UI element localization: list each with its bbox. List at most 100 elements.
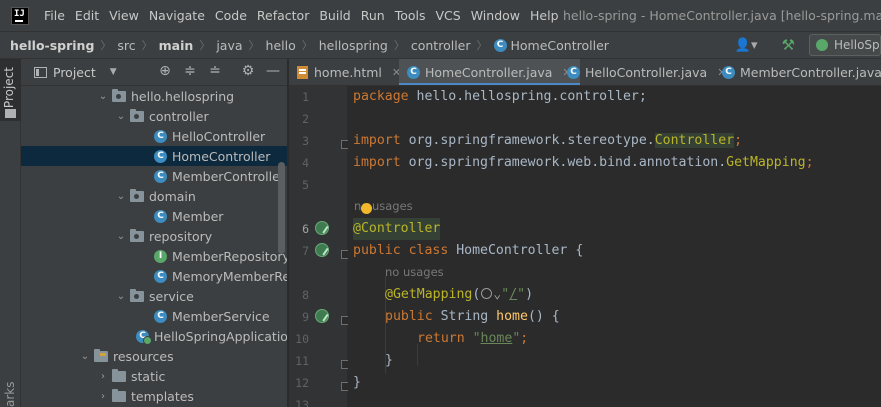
tree-item-service[interactable]: ⌄ service <box>21 286 287 306</box>
project-tool-tab[interactable]: Project <box>0 59 21 121</box>
spring-web-endpoint-icon[interactable] <box>315 309 329 323</box>
usages-hint[interactable]: no usages <box>385 265 444 279</box>
crumb-main[interactable]: main <box>159 38 194 53</box>
line-number: 5 <box>302 178 309 192</box>
code-line-1: package hello.hellospring.controller; <box>353 89 647 104</box>
menu-run[interactable]: Run <box>361 8 385 23</box>
tree-item-member[interactable]: C Member <box>21 206 287 226</box>
crumb-controller[interactable]: controller <box>411 38 471 53</box>
class-icon: C <box>154 129 167 143</box>
tab-homecontroller[interactable]: C HomeController.java ✕ <box>399 59 580 85</box>
tree-item-static[interactable]: › static <box>21 366 287 386</box>
tree-item-homecontroller[interactable]: C HomeController <box>21 146 287 166</box>
menu-help[interactable]: Help <box>530 8 559 23</box>
tree-item-hellocontroller[interactable]: C HelloController <box>21 126 287 146</box>
tree-item-label: MemoryMemberRepo <box>172 268 287 284</box>
collapse-all-icon[interactable]: ≐ <box>206 63 224 79</box>
lightbulb-icon[interactable] <box>361 203 372 214</box>
tree-item-label: HelloSpringApplication <box>154 328 288 344</box>
tree-item-repository[interactable]: ⌄ repository <box>21 226 287 246</box>
spring-bean-icon[interactable] <box>315 221 329 235</box>
tab-hellocontroller[interactable]: C HelloController.java ✕ <box>559 59 734 85</box>
menu-refactor[interactable]: Refactor <box>257 8 309 23</box>
menu-tools[interactable]: Tools <box>395 8 426 23</box>
tree-item-label: templates <box>131 388 194 404</box>
menu-file[interactable]: File <box>44 8 65 23</box>
chevron-down-icon[interactable]: ⌄ <box>116 291 126 302</box>
tree-item-controller[interactable]: ⌄ controller <box>21 106 287 126</box>
build-hammer-icon[interactable]: ⚒ <box>782 36 795 54</box>
hide-icon[interactable]: — <box>264 63 282 79</box>
folder-icon <box>112 388 126 402</box>
class-icon: C <box>493 38 507 52</box>
crumb-java[interactable]: java <box>216 38 242 53</box>
tree-item-templates[interactable]: › templates <box>21 386 287 406</box>
chevron-down-icon[interactable]: ⌄ <box>80 351 90 362</box>
line-number: 10 <box>295 332 309 346</box>
crumb-project[interactable]: hello-spring <box>10 38 94 53</box>
menu-vcs[interactable]: VCS <box>436 8 461 23</box>
project-panel-title[interactable]: Project <box>53 65 96 80</box>
package-icon <box>130 108 144 122</box>
tree-item-domain[interactable]: ⌄ domain <box>21 186 287 206</box>
editor-gutter: 1 2 3 4 5 6 7 8 9 10 11 12 13 <box>289 86 350 407</box>
editor-tabs: home.html ✕ C HomeController.java ✕ C He… <box>289 59 881 86</box>
chevron-right-icon[interactable]: › <box>98 391 108 402</box>
tree-scrollbar[interactable] <box>278 162 285 254</box>
tree-item-hellospringapplication[interactable]: C HelloSpringApplication <box>21 326 288 346</box>
tab-home-html[interactable]: home.html ✕ <box>289 59 409 85</box>
menu-window[interactable]: Window <box>471 8 520 23</box>
chevron-right-icon[interactable]: › <box>98 371 108 382</box>
menu-navigate[interactable]: Navigate <box>149 8 205 23</box>
crumb-src[interactable]: src <box>117 38 135 53</box>
menu-code[interactable]: Code <box>215 8 247 23</box>
tree-item-package[interactable]: ⌄ hello.hellospring <box>21 86 287 106</box>
class-icon: C <box>154 169 167 183</box>
chevron-down-icon[interactable]: ▼ <box>110 67 117 77</box>
expand-all-icon[interactable]: ≑ <box>181 63 199 79</box>
window-title: hello-spring - HomeController.java [hell… <box>563 8 881 23</box>
crumb-hellospring[interactable]: hellospring <box>319 38 388 53</box>
chevron-right-icon: 〉 <box>248 39 260 52</box>
tree-item-label: hello.hellospring <box>131 88 235 104</box>
crumb-homecontroller[interactable]: HomeController <box>511 38 609 53</box>
intellij-logo-icon[interactable]: IJ <box>11 6 29 25</box>
chevron-down-icon[interactable]: ⌄ <box>116 191 126 202</box>
line-number: 13 <box>295 398 309 407</box>
chevron-right-icon: 〉 <box>393 39 405 52</box>
menu-edit[interactable]: Edit <box>75 8 99 23</box>
line-number: 12 <box>295 376 309 390</box>
tree-item-label: MemberService <box>172 308 270 324</box>
run-config-selector[interactable]: HelloSpr <box>809 34 881 56</box>
user-dropdown-icon[interactable]: 👤▾ <box>735 38 758 53</box>
gear-icon[interactable]: ⚙ <box>239 63 257 79</box>
chevron-down-icon[interactable]: ⌄ <box>116 111 126 122</box>
tree-item-membercontroller[interactable]: C MemberController <box>21 166 287 186</box>
tree-item-label: MemberRepository <box>172 248 288 264</box>
tree-item-memorymemberrepository[interactable]: C MemoryMemberRepo <box>21 266 287 286</box>
tree-item-label: HomeController <box>172 148 271 164</box>
project-panel: Project ▼ ⊕ ≑ ≐ ⚙ — ⌄ hello.hellospring … <box>21 59 288 407</box>
tree-item-label: HelloController <box>172 128 266 144</box>
spring-bean-icon[interactable] <box>315 243 329 257</box>
crosshair-icon[interactable]: ⊕ <box>156 63 174 79</box>
tab-membercontroller[interactable]: C MemberController.java <box>714 59 881 85</box>
tree-item-resources[interactable]: ⌄ resources <box>21 346 287 366</box>
globe-icon[interactable] <box>481 288 493 299</box>
bookmarks-tool-tab[interactable]: arks <box>3 381 17 407</box>
menu-build[interactable]: Build <box>319 8 350 23</box>
package-icon <box>130 228 144 242</box>
menu-view[interactable]: View <box>109 8 139 23</box>
tree-item-memberrepository[interactable]: I MemberRepository <box>21 246 288 266</box>
crumb-hello[interactable]: hello <box>266 38 296 53</box>
chevron-down-icon[interactable]: ⌄ <box>116 231 126 242</box>
code-line-8: @GetMapping(⌄"/") <box>385 287 534 302</box>
run-config-label: HelloSpr <box>834 38 881 52</box>
code-line-9: public String home() { <box>385 309 560 324</box>
code-editor[interactable]: package hello.hellospring.controller; im… <box>348 86 881 407</box>
left-tool-strip: Project arks <box>0 59 21 407</box>
chevron-down-icon[interactable]: ⌄ <box>98 91 108 102</box>
tree-item-memberservice[interactable]: C MemberService <box>21 306 287 326</box>
nav-toolbar: 👤▾ ⚒ HelloSpr <box>735 32 881 58</box>
tree-item-label: service <box>149 288 194 304</box>
